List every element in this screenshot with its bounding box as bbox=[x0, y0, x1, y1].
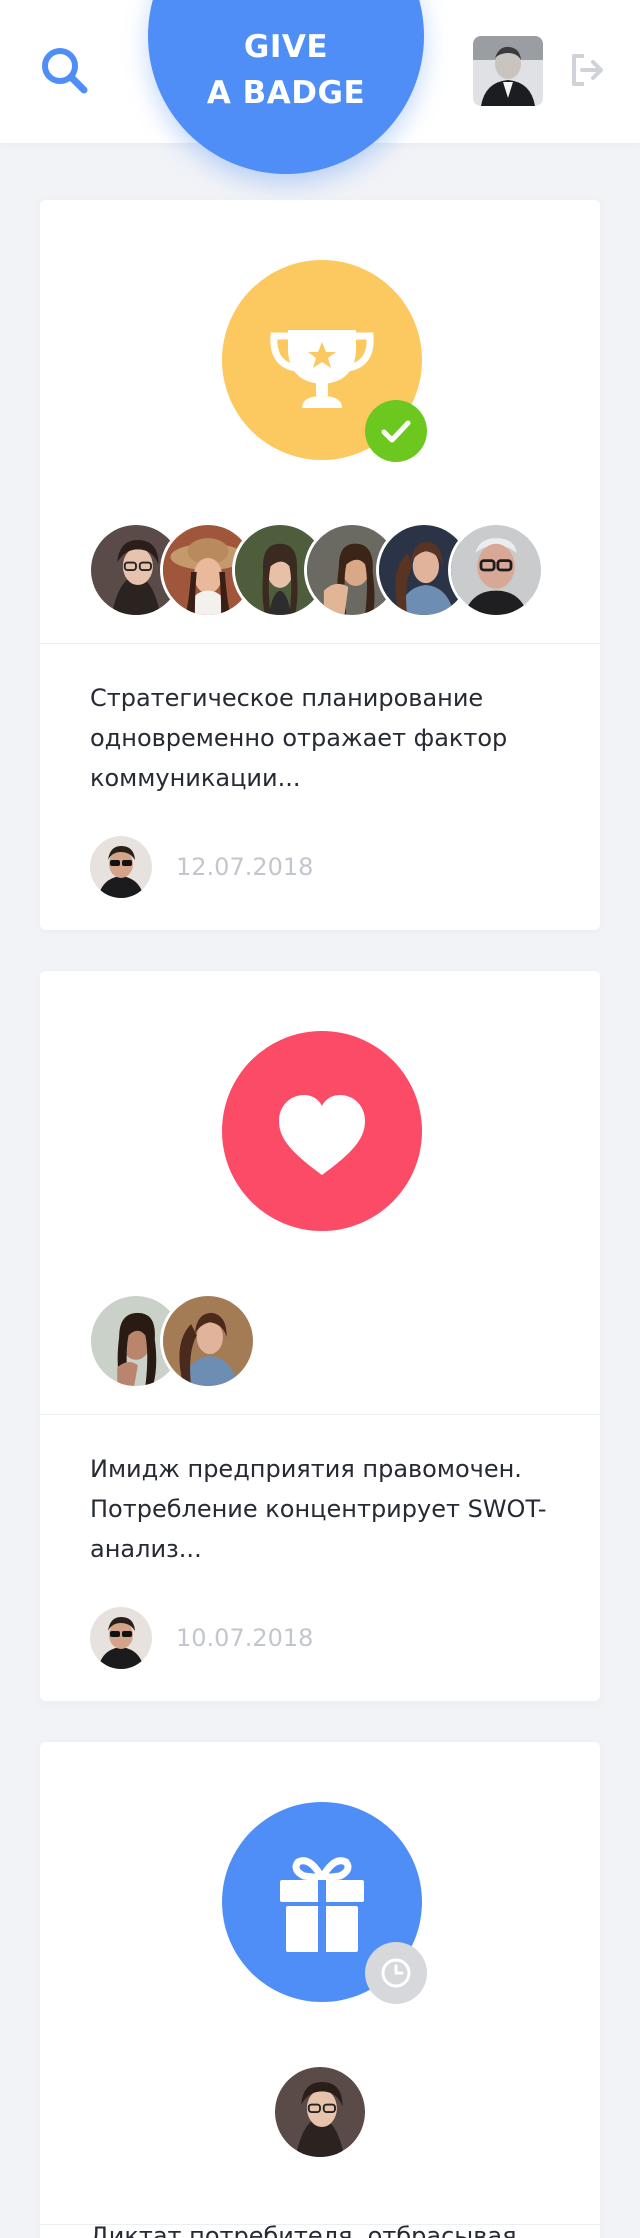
clock-icon bbox=[381, 1958, 411, 1988]
recipients-avatars bbox=[88, 522, 588, 618]
author-avatar[interactable] bbox=[90, 836, 152, 898]
recipients-avatars bbox=[88, 1293, 288, 1389]
search-icon bbox=[42, 48, 88, 94]
card-date: 12.07.2018 bbox=[176, 853, 314, 881]
heart-icon bbox=[279, 1095, 365, 1175]
author-avatar[interactable] bbox=[90, 1607, 152, 1669]
card-date: 10.07.2018 bbox=[176, 1624, 314, 1652]
search-button[interactable] bbox=[38, 44, 94, 100]
card-divider bbox=[40, 1414, 600, 1415]
feed-card[interactable]: Стратегическое планирование одновременно… bbox=[40, 200, 600, 930]
user-avatar[interactable] bbox=[473, 36, 543, 106]
card-divider bbox=[40, 643, 600, 644]
status-approved-badge bbox=[365, 400, 427, 462]
recipient-avatar[interactable] bbox=[160, 1293, 256, 1389]
card-description: Диктат потребителя, отбрасывая bbox=[90, 2222, 517, 2238]
recipient-avatar[interactable] bbox=[448, 522, 544, 618]
logout-button[interactable] bbox=[570, 52, 604, 88]
card-description: Стратегическое планирование одновременно… bbox=[90, 684, 508, 792]
recipient-avatar[interactable] bbox=[272, 2064, 368, 2160]
feed-card[interactable]: Имидж предприятия правомочен. Потреблени… bbox=[40, 971, 600, 1701]
give-badge-label-line1: GIVE bbox=[243, 29, 329, 65]
logout-icon bbox=[572, 54, 603, 86]
give-badge-button[interactable]: GIVE A BADGE bbox=[148, 0, 424, 174]
badge-heart bbox=[222, 1031, 422, 1231]
give-badge-label-line2: A BADGE bbox=[206, 75, 366, 111]
feed-card[interactable]: Диктат потребителя, отбрасывая bbox=[40, 1742, 600, 2238]
card-description: Имидж предприятия правомочен. Потреблени… bbox=[90, 1455, 547, 1563]
status-pending-badge bbox=[365, 1942, 427, 2004]
check-icon bbox=[381, 420, 411, 443]
recipients-avatars bbox=[272, 2064, 368, 2160]
